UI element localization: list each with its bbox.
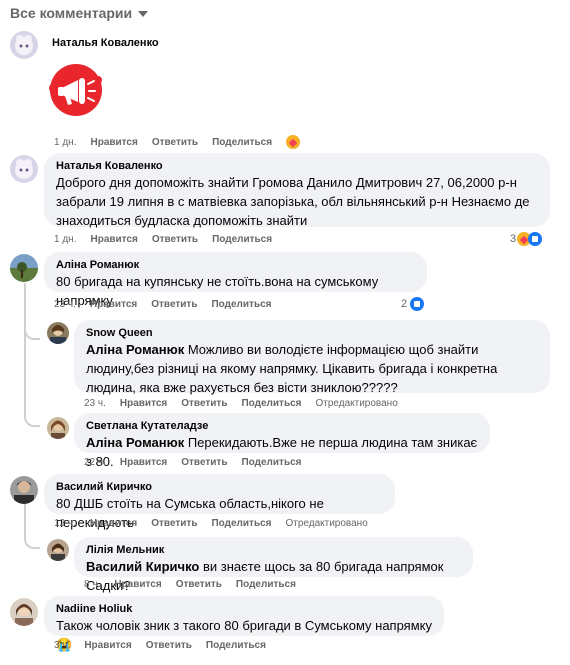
share-button[interactable]: Поделиться [236, 579, 296, 590]
sort-comments-dropdown[interactable]: Все комментарии [10, 4, 149, 22]
reply-button[interactable]: Ответить [181, 398, 227, 409]
share-button[interactable]: Поделиться [211, 518, 271, 529]
thread-connector [24, 324, 40, 340]
like-button[interactable]: Нравится [84, 640, 131, 651]
comment-actions: 8 ч. Нравится Ответить Поделиться [84, 579, 310, 590]
like-button[interactable]: Нравится [90, 234, 137, 245]
comment-bubble: Аліна Романюк 80 бригада на купянську не… [44, 252, 427, 308]
comment-author[interactable]: Аліна Романюк [56, 258, 415, 272]
comment-time[interactable]: 12 ч. [54, 518, 76, 529]
reply-bubble: Snow Queen Аліна Романюк Можливо ви воло… [74, 320, 550, 395]
comment-author[interactable]: Наталья Коваленко [52, 37, 159, 49]
reply-button[interactable]: Ответить [181, 457, 227, 468]
like-button[interactable]: Нравится [90, 299, 137, 310]
like-button[interactable]: Нравится [120, 398, 167, 409]
reply-button[interactable]: Ответить [151, 518, 197, 529]
avatar[interactable] [47, 322, 69, 344]
avatar[interactable] [47, 539, 69, 561]
comment-author[interactable]: Василий Киричко [56, 480, 383, 494]
comment-time[interactable]: 22 ч. [84, 457, 106, 468]
reply-bubble: Светлана Кутателадзе Аліна Романюк Перек… [74, 413, 490, 469]
thread-connector [24, 533, 40, 549]
comment-bubble: Наталья Коваленко Доброго дня допоможіть… [44, 153, 550, 228]
comment-actions: 1 дн. Нравится Ответить Поделиться [54, 135, 314, 149]
comment-time[interactable]: 1 дн. [54, 137, 76, 148]
like-icon [410, 297, 425, 311]
share-button[interactable]: Поделиться [206, 640, 266, 651]
reaction-count: 3 [510, 233, 517, 245]
comment-actions: 23 ч. Нравится Ответить Поделиться Отред… [84, 398, 412, 409]
like-button[interactable]: Нравится [90, 518, 137, 529]
like-button[interactable]: Нравится [120, 457, 167, 468]
comment-text: Доброго дня допоможіть знайти Громова Да… [56, 175, 530, 228]
edited-label: Отредактировано [285, 518, 368, 529]
comment-author[interactable]: Лілія Мельник [86, 543, 461, 557]
reaction-count: 2 [401, 298, 408, 310]
like-button[interactable]: Нравится [90, 137, 137, 148]
avatar[interactable] [10, 598, 38, 626]
comment-actions: 23 ч. Нравится Ответить Поделиться [54, 299, 285, 310]
like-icon [528, 232, 543, 246]
comment-text: Аліна Романюк Можливо ви володієте інфор… [86, 340, 538, 397]
comment-author[interactable]: Nadiine Holiuk [56, 602, 432, 616]
avatar[interactable] [10, 254, 38, 282]
comment-time[interactable]: 1 дн. [54, 234, 76, 245]
comment-actions: 22 ч. Нравится Ответить Поделиться [84, 457, 315, 468]
mention-link[interactable]: Аліна Романюк [86, 342, 184, 357]
comment-time[interactable]: 8 ч. [84, 579, 100, 590]
mention-link[interactable]: Аліна Романюк [86, 435, 184, 450]
care-emoji-icon[interactable] [286, 135, 301, 149]
share-button[interactable]: Поделиться [211, 299, 271, 310]
comment-actions: 1 дн. Нравится Ответить Поделиться [54, 234, 286, 245]
thread-line [24, 502, 26, 536]
comment-bubble: Nadiine Holiuk Також чоловік зник з тако… [44, 596, 444, 652]
comment-time[interactable]: 3 ч. [54, 640, 70, 651]
avatar[interactable] [10, 155, 38, 183]
share-button[interactable]: Поделиться [212, 234, 272, 245]
share-button[interactable]: Поделиться [241, 457, 301, 468]
share-button[interactable]: Поделиться [241, 398, 301, 409]
like-button[interactable]: Нравится [114, 579, 161, 590]
reaction-summary[interactable]: 2 [401, 297, 425, 311]
edited-label: Отредактировано [315, 398, 398, 409]
comment-author[interactable]: Snow Queen [86, 326, 538, 340]
share-button[interactable]: Поделиться [212, 137, 272, 148]
avatar[interactable] [10, 476, 38, 504]
reply-button[interactable]: Ответить [151, 299, 197, 310]
comment-actions: 3 ч. Нравится Ответить Поделиться [54, 640, 280, 651]
sort-label: Все комментарии [10, 5, 133, 21]
thread-line [24, 283, 26, 419]
reply-bubble: Лілія Мельник Василий Киричко ви знаєте … [74, 537, 473, 593]
comment-bubble: Василий Киричко 80 ДШБ стоїть на Сумська… [44, 474, 395, 530]
comment-time[interactable]: 23 ч. [84, 398, 106, 409]
reply-button[interactable]: Ответить [152, 137, 198, 148]
megaphone-sticker [44, 58, 108, 122]
comment-actions: 12 ч. Нравится Ответить Поделиться Отред… [54, 518, 382, 529]
reaction-summary[interactable]: 3 [510, 232, 543, 246]
avatar[interactable] [10, 31, 38, 59]
reply-button[interactable]: Ответить [152, 234, 198, 245]
reply-button[interactable]: Ответить [176, 579, 222, 590]
chevron-down-icon [138, 11, 149, 17]
mention-link[interactable]: Василий Киричко [86, 559, 199, 574]
thread-connector [24, 411, 40, 427]
reply-button[interactable]: Ответить [146, 640, 192, 651]
comment-time[interactable]: 23 ч. [54, 299, 76, 310]
comment-author[interactable]: Наталья Коваленко [56, 159, 538, 173]
comment-author[interactable]: Светлана Кутателадзе [86, 419, 478, 433]
avatar[interactable] [47, 417, 69, 439]
